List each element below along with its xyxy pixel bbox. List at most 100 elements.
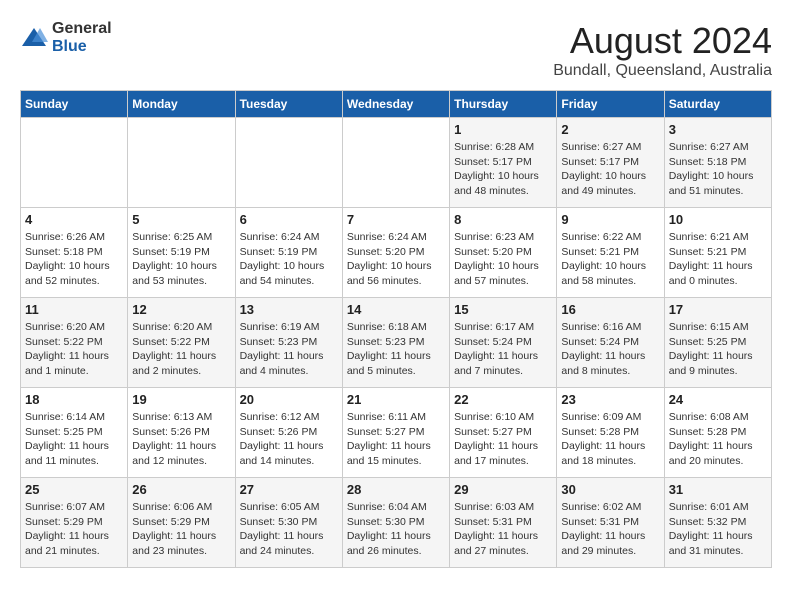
calendar-cell [21, 118, 128, 208]
calendar-cell: 28Sunrise: 6:04 AM Sunset: 5:30 PM Dayli… [342, 478, 449, 568]
calendar-cell: 11 Sunrise: 6:20 AM Sunset: 5:22 PM Dayli… [21, 298, 128, 388]
column-header-friday: Friday [557, 91, 664, 118]
calendar-cell: 1Sunrise: 6:28 AM Sunset: 5:17 PM Daylig… [450, 118, 557, 208]
calendar-cell: 4 Sunrise: 6:26 AM Sunset: 5:18 PM Daylig… [21, 208, 128, 298]
column-header-thursday: Thursday [450, 91, 557, 118]
logo-text: General Blue [52, 20, 112, 55]
calendar-cell: 19 Sunrise: 6:13 AM Sunset: 5:26 PM Dayli… [128, 388, 235, 478]
calendar-cell: 7 Sunrise: 6:24 AM Sunset: 5:20 PM Daylig… [342, 208, 449, 298]
day-number: 21 [347, 392, 445, 407]
calendar-cell: 25Sunrise: 6:07 AM Sunset: 5:29 PM Dayli… [21, 478, 128, 568]
day-number: 7 [347, 212, 445, 227]
day-number: 14 [347, 302, 445, 317]
calendar-week-row: 11 Sunrise: 6:20 AM Sunset: 5:22 PM Dayli… [21, 298, 772, 388]
day-number: 19 [132, 392, 230, 407]
day-info: Sunrise: 6:07 AM Sunset: 5:29 PM Dayligh… [25, 500, 123, 559]
calendar-cell: 23 Sunrise: 6:09 AM Sunset: 5:28 PM Dayli… [557, 388, 664, 478]
calendar-cell [128, 118, 235, 208]
day-info: Sunrise: 6:25 AM Sunset: 5:19 PM Dayligh… [132, 230, 230, 289]
day-number: 8 [454, 212, 552, 227]
page-title: August 2024 [553, 20, 772, 62]
logo-icon [20, 24, 48, 52]
logo: General Blue [20, 20, 112, 55]
day-number: 24 [669, 392, 767, 407]
day-info: Sunrise: 6:12 AM Sunset: 5:26 PM Dayligh… [240, 410, 338, 469]
day-info: Sunrise: 6:11 AM Sunset: 5:27 PM Dayligh… [347, 410, 445, 469]
calendar-cell: 22 Sunrise: 6:10 AM Sunset: 5:27 PM Dayli… [450, 388, 557, 478]
column-header-sunday: Sunday [21, 91, 128, 118]
page-subtitle: Bundall, Queensland, Australia [553, 62, 772, 80]
logo-blue-text: Blue [52, 38, 112, 56]
column-header-wednesday: Wednesday [342, 91, 449, 118]
day-info: Sunrise: 6:20 AM Sunset: 5:22 PM Dayligh… [132, 320, 230, 379]
day-number: 31 [669, 482, 767, 497]
day-number: 4 [25, 212, 123, 227]
day-number: 13 [240, 302, 338, 317]
calendar-cell: 31 Sunrise: 6:01 AM Sunset: 5:32 PM Dayli… [664, 478, 771, 568]
day-info: Sunrise: 6:22 AM Sunset: 5:21 PM Dayligh… [561, 230, 659, 289]
day-info: Sunrise: 6:26 AM Sunset: 5:18 PM Dayligh… [25, 230, 123, 289]
day-number: 2 [561, 122, 659, 137]
day-info: Sunrise: 6:21 AM Sunset: 5:21 PM Dayligh… [669, 230, 767, 289]
day-number: 23 [561, 392, 659, 407]
calendar-cell: 21 Sunrise: 6:11 AM Sunset: 5:27 PM Dayli… [342, 388, 449, 478]
day-info: Sunrise: 6:09 AM Sunset: 5:28 PM Dayligh… [561, 410, 659, 469]
calendar-cell: 26 Sunrise: 6:06 AM Sunset: 5:29 PM Dayli… [128, 478, 235, 568]
day-number: 6 [240, 212, 338, 227]
calendar-cell: 14 Sunrise: 6:18 AM Sunset: 5:23 PM Dayli… [342, 298, 449, 388]
day-info: Sunrise: 6:13 AM Sunset: 5:26 PM Dayligh… [132, 410, 230, 469]
day-info: Sunrise: 6:01 AM Sunset: 5:32 PM Dayligh… [669, 500, 767, 559]
day-number: 22 [454, 392, 552, 407]
day-info: Sunrise: 6:18 AM Sunset: 5:23 PM Dayligh… [347, 320, 445, 379]
day-number: 16 [561, 302, 659, 317]
day-info: Sunrise: 6:27 AM Sunset: 5:17 PM Dayligh… [561, 140, 659, 199]
day-number: 27 [240, 482, 338, 497]
day-number: 3 [669, 122, 767, 137]
column-header-tuesday: Tuesday [235, 91, 342, 118]
calendar-week-row: 1Sunrise: 6:28 AM Sunset: 5:17 PM Daylig… [21, 118, 772, 208]
calendar-cell: 8Sunrise: 6:23 AM Sunset: 5:20 PM Daylig… [450, 208, 557, 298]
day-number: 30 [561, 482, 659, 497]
day-number: 12 [132, 302, 230, 317]
day-number: 15 [454, 302, 552, 317]
day-number: 10 [669, 212, 767, 227]
day-info: Sunrise: 6:03 AM Sunset: 5:31 PM Dayligh… [454, 500, 552, 559]
day-number: 1 [454, 122, 552, 137]
calendar-cell: 10 Sunrise: 6:21 AM Sunset: 5:21 PM Dayli… [664, 208, 771, 298]
calendar-cell: 12 Sunrise: 6:20 AM Sunset: 5:22 PM Dayli… [128, 298, 235, 388]
day-number: 28 [347, 482, 445, 497]
day-info: Sunrise: 6:08 AM Sunset: 5:28 PM Dayligh… [669, 410, 767, 469]
calendar-header-row: SundayMondayTuesdayWednesdayThursdayFrid… [21, 91, 772, 118]
day-info: Sunrise: 6:19 AM Sunset: 5:23 PM Dayligh… [240, 320, 338, 379]
logo-general-text: General [52, 20, 112, 38]
calendar-cell: 13 Sunrise: 6:19 AM Sunset: 5:23 PM Dayli… [235, 298, 342, 388]
day-info: Sunrise: 6:02 AM Sunset: 5:31 PM Dayligh… [561, 500, 659, 559]
calendar-cell: 6Sunrise: 6:24 AM Sunset: 5:19 PM Daylig… [235, 208, 342, 298]
calendar-cell [342, 118, 449, 208]
calendar-cell: 24 Sunrise: 6:08 AM Sunset: 5:28 PM Dayli… [664, 388, 771, 478]
calendar-cell: 20Sunrise: 6:12 AM Sunset: 5:26 PM Dayli… [235, 388, 342, 478]
calendar-week-row: 4 Sunrise: 6:26 AM Sunset: 5:18 PM Daylig… [21, 208, 772, 298]
calendar-week-row: 18Sunrise: 6:14 AM Sunset: 5:25 PM Dayli… [21, 388, 772, 478]
day-info: Sunrise: 6:05 AM Sunset: 5:30 PM Dayligh… [240, 500, 338, 559]
day-info: Sunrise: 6:10 AM Sunset: 5:27 PM Dayligh… [454, 410, 552, 469]
day-info: Sunrise: 6:17 AM Sunset: 5:24 PM Dayligh… [454, 320, 552, 379]
calendar-cell: 18Sunrise: 6:14 AM Sunset: 5:25 PM Dayli… [21, 388, 128, 478]
calendar-cell: 9 Sunrise: 6:22 AM Sunset: 5:21 PM Daylig… [557, 208, 664, 298]
calendar-week-row: 25Sunrise: 6:07 AM Sunset: 5:29 PM Dayli… [21, 478, 772, 568]
calendar-cell: 27 Sunrise: 6:05 AM Sunset: 5:30 PM Dayli… [235, 478, 342, 568]
day-number: 26 [132, 482, 230, 497]
calendar-cell: 29Sunrise: 6:03 AM Sunset: 5:31 PM Dayli… [450, 478, 557, 568]
calendar-cell: 5Sunrise: 6:25 AM Sunset: 5:19 PM Daylig… [128, 208, 235, 298]
day-info: Sunrise: 6:24 AM Sunset: 5:20 PM Dayligh… [347, 230, 445, 289]
day-number: 9 [561, 212, 659, 227]
day-info: Sunrise: 6:20 AM Sunset: 5:22 PM Dayligh… [25, 320, 123, 379]
calendar-cell: 17Sunrise: 6:15 AM Sunset: 5:25 PM Dayli… [664, 298, 771, 388]
day-info: Sunrise: 6:06 AM Sunset: 5:29 PM Dayligh… [132, 500, 230, 559]
calendar-cell: 3Sunrise: 6:27 AM Sunset: 5:18 PM Daylig… [664, 118, 771, 208]
day-number: 11 [25, 302, 123, 317]
calendar-cell: 15 Sunrise: 6:17 AM Sunset: 5:24 PM Dayli… [450, 298, 557, 388]
column-header-saturday: Saturday [664, 91, 771, 118]
calendar-cell: 30 Sunrise: 6:02 AM Sunset: 5:31 PM Dayli… [557, 478, 664, 568]
day-number: 18 [25, 392, 123, 407]
